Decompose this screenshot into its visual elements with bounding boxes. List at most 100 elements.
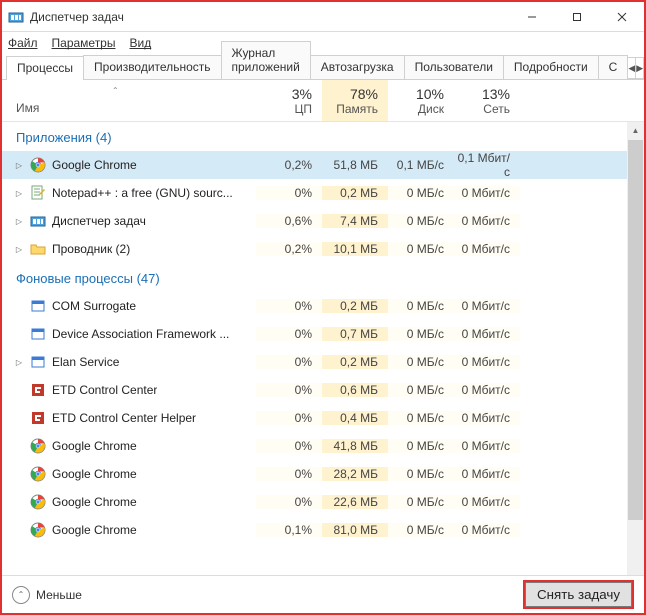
memory-cell: 22,6 МБ bbox=[322, 495, 388, 509]
table-row[interactable]: ▷Device Association Framework ...0%0,7 М… bbox=[2, 320, 627, 348]
tab-startup[interactable]: Автозагрузка bbox=[310, 55, 405, 79]
minimize-button[interactable] bbox=[509, 3, 554, 31]
disk-cell: 0 МБ/с bbox=[388, 411, 454, 425]
scroll-thumb[interactable] bbox=[628, 140, 643, 520]
table-row[interactable]: ▷Elan Service0%0,2 МБ0 МБ/с0 Мбит/с bbox=[2, 348, 627, 376]
network-cell: 0 Мбит/с bbox=[454, 299, 520, 313]
window-title: Диспетчер задач bbox=[30, 10, 509, 24]
memory-cell: 0,7 МБ bbox=[322, 327, 388, 341]
network-cell: 0 Мбит/с bbox=[454, 327, 520, 341]
memory-cell: 0,6 МБ bbox=[322, 383, 388, 397]
process-name: Google Chrome bbox=[52, 495, 137, 509]
tab-performance[interactable]: Производительность bbox=[83, 55, 221, 79]
process-name: Google Chrome bbox=[52, 439, 137, 453]
table-row[interactable]: ▷Google Chrome0%28,2 МБ0 МБ/с0 Мбит/с bbox=[2, 460, 627, 488]
tab-processes[interactable]: Процессы bbox=[6, 56, 84, 80]
cpu-cell: 0% bbox=[256, 411, 322, 425]
expand-icon[interactable]: ▷ bbox=[14, 245, 24, 254]
tab-users[interactable]: Пользователи bbox=[404, 55, 504, 79]
tabs-scroll-right[interactable]: ▶ bbox=[635, 57, 644, 79]
process-name: Google Chrome bbox=[52, 523, 137, 537]
col-memory-header[interactable]: 78% Память bbox=[322, 80, 388, 121]
disk-cell: 0 МБ/с bbox=[388, 495, 454, 509]
sort-indicator-icon: ⌃ bbox=[112, 86, 119, 95]
chrome-icon bbox=[30, 522, 46, 538]
col-net-header[interactable]: 13% Сеть bbox=[454, 80, 520, 121]
group-background-header: Фоновые процессы (47) bbox=[2, 263, 627, 292]
col-cpu-header[interactable]: 3% ЦП bbox=[256, 80, 322, 121]
scroll-up-button[interactable]: ▲ bbox=[627, 122, 644, 139]
table-row[interactable]: ▷Диспетчер задач0,6%7,4 МБ0 МБ/с0 Мбит/с bbox=[2, 207, 627, 235]
cpu-cell: 0,2% bbox=[256, 242, 322, 256]
menu-file[interactable]: Файл bbox=[8, 36, 38, 50]
disk-cell: 0,1 МБ/с bbox=[388, 158, 454, 172]
memory-cell: 0,2 МБ bbox=[322, 186, 388, 200]
chrome-icon bbox=[30, 157, 46, 173]
cpu-cell: 0% bbox=[256, 467, 322, 481]
table-row[interactable]: ▷Notepad++ : a free (GNU) sourc...0%0,2 … bbox=[2, 179, 627, 207]
table-row[interactable]: ▷Проводник (2)0,2%10,1 МБ0 МБ/с0 Мбит/с bbox=[2, 235, 627, 263]
folder-icon bbox=[30, 241, 46, 257]
notepad-icon bbox=[30, 185, 46, 201]
cpu-cell: 0% bbox=[256, 299, 322, 313]
network-cell: 0 Мбит/с bbox=[454, 383, 520, 397]
tab-app-history[interactable]: Журнал приложений bbox=[221, 41, 311, 79]
disk-cell: 0 МБ/с bbox=[388, 242, 454, 256]
cpu-cell: 0,1% bbox=[256, 523, 322, 537]
col-name-label: Имя bbox=[16, 101, 242, 115]
tab-details[interactable]: Подробности bbox=[503, 55, 599, 79]
network-cell: 0 Мбит/с bbox=[454, 523, 520, 537]
col-net-pct: 13% bbox=[482, 86, 510, 102]
expand-icon[interactable]: ▷ bbox=[14, 161, 24, 170]
memory-cell: 81,0 МБ bbox=[322, 523, 388, 537]
expand-icon[interactable]: ▷ bbox=[14, 217, 24, 226]
network-cell: 0 Мбит/с bbox=[454, 355, 520, 369]
vertical-scrollbar[interactable]: ▲ ▼ bbox=[627, 122, 644, 597]
memory-cell: 51,8 МБ bbox=[322, 158, 388, 172]
table-row[interactable]: ▷Google Chrome0,1%81,0 МБ0 МБ/с0 Мбит/с bbox=[2, 516, 627, 544]
memory-cell: 7,4 МБ bbox=[322, 214, 388, 228]
table-row[interactable]: ▷COM Surrogate0%0,2 МБ0 МБ/с0 Мбит/с bbox=[2, 292, 627, 320]
chrome-icon bbox=[30, 494, 46, 510]
fewer-details-button[interactable]: ⌃ Меньше bbox=[12, 586, 82, 604]
network-cell: 0 Мбит/с bbox=[454, 411, 520, 425]
exe-icon bbox=[30, 354, 46, 370]
menu-view[interactable]: Вид bbox=[129, 36, 151, 50]
taskmgr-icon bbox=[8, 9, 24, 25]
memory-cell: 0,4 МБ bbox=[322, 411, 388, 425]
col-net-label: Сеть bbox=[483, 102, 510, 116]
table-row[interactable]: ▷Google Chrome0,2%51,8 МБ0,1 МБ/с0,1 Мби… bbox=[2, 151, 627, 179]
process-name: ETD Control Center bbox=[52, 383, 157, 397]
end-task-button[interactable]: Снять задачу bbox=[523, 580, 634, 609]
col-cpu-pct: 3% bbox=[292, 86, 312, 102]
exe-icon bbox=[30, 326, 46, 342]
group-apps-header: Приложения (4) bbox=[2, 122, 627, 151]
menu-options[interactable]: Параметры bbox=[52, 36, 116, 50]
expand-icon[interactable]: ▷ bbox=[14, 189, 24, 198]
cpu-cell: 0% bbox=[256, 355, 322, 369]
tab-services-truncated[interactable]: С bbox=[598, 55, 629, 79]
col-name-header[interactable]: ⌃ Имя bbox=[2, 80, 256, 121]
expand-icon[interactable]: ▷ bbox=[14, 358, 24, 367]
col-disk-label: Диск bbox=[418, 102, 444, 116]
process-name: COM Surrogate bbox=[52, 299, 136, 313]
cpu-cell: 0,6% bbox=[256, 214, 322, 228]
table-row[interactable]: ▷ETD Control Center Helper0%0,4 МБ0 МБ/с… bbox=[2, 404, 627, 432]
cpu-cell: 0% bbox=[256, 186, 322, 200]
process-name: ETD Control Center Helper bbox=[52, 411, 196, 425]
chrome-icon bbox=[30, 466, 46, 482]
table-row[interactable]: ▷Google Chrome0%22,6 МБ0 МБ/с0 Мбит/с bbox=[2, 488, 627, 516]
close-button[interactable] bbox=[599, 3, 644, 31]
column-headers: ⌃ Имя 3% ЦП 78% Память 10% Диск 13% Сеть bbox=[2, 80, 644, 122]
network-cell: 0 Мбит/с bbox=[454, 186, 520, 200]
memory-cell: 0,2 МБ bbox=[322, 355, 388, 369]
disk-cell: 0 МБ/с bbox=[388, 523, 454, 537]
table-row[interactable]: ▷ETD Control Center0%0,6 МБ0 МБ/с0 Мбит/… bbox=[2, 376, 627, 404]
disk-cell: 0 МБ/с bbox=[388, 467, 454, 481]
maximize-button[interactable] bbox=[554, 3, 599, 31]
col-disk-header[interactable]: 10% Диск bbox=[388, 80, 454, 121]
exe-icon bbox=[30, 298, 46, 314]
disk-cell: 0 МБ/с bbox=[388, 214, 454, 228]
cpu-cell: 0% bbox=[256, 439, 322, 453]
table-row[interactable]: ▷Google Chrome0%41,8 МБ0 МБ/с0 Мбит/с bbox=[2, 432, 627, 460]
